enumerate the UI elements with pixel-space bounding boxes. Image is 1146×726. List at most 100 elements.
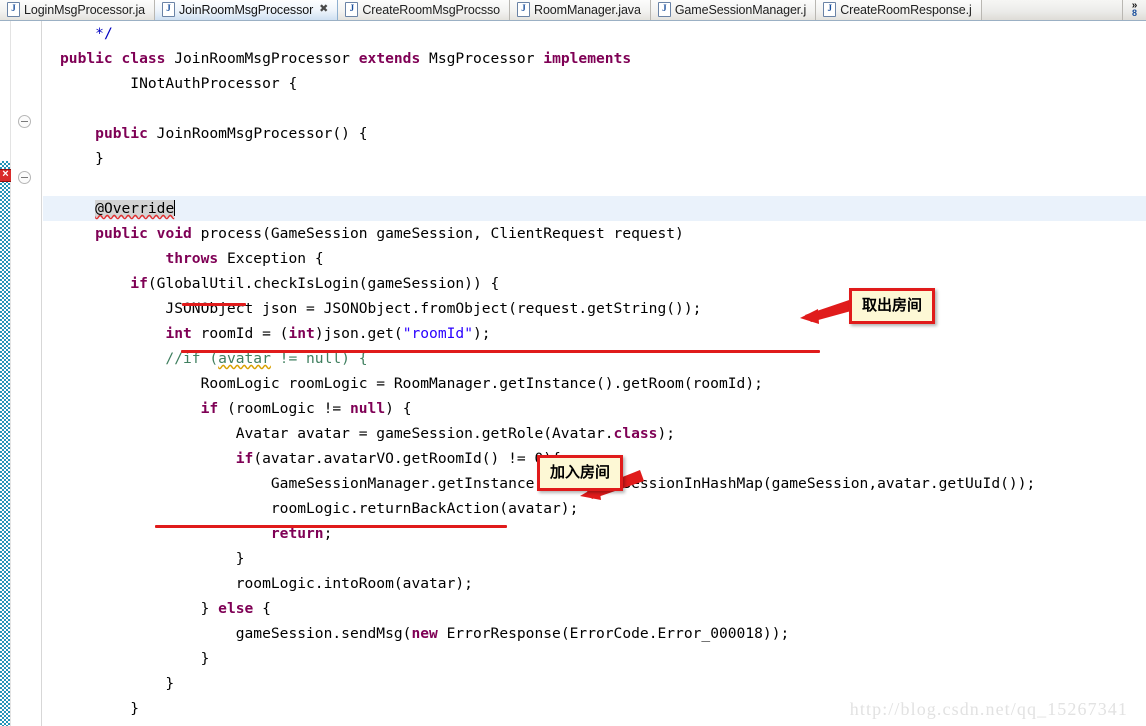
java-editor: */ public class JoinRoomMsgProcessor exte… xyxy=(0,21,1146,726)
code-line[interactable]: } xyxy=(42,146,1146,171)
code-token: } xyxy=(60,650,210,667)
code-token: Avatar avatar = gameSession.getRole(Avat… xyxy=(60,425,614,442)
code-line[interactable]: return; xyxy=(42,521,1146,546)
editor-tab-label: LoginMsgProcessor.ja xyxy=(24,2,145,17)
code-line[interactable]: INotAuthProcessor { xyxy=(42,71,1146,96)
code-line[interactable]: GameSessionManager.getInstance().putGame… xyxy=(42,471,1146,496)
code-line[interactable] xyxy=(42,96,1146,121)
code-token: } xyxy=(60,550,245,567)
code-line[interactable]: else{ xyxy=(42,721,1146,726)
code-token: ) { xyxy=(385,400,412,417)
code-token: GameSessionManager.getInstance().putGame… xyxy=(60,475,1036,492)
code-token: )json.get( xyxy=(314,325,403,342)
tab-close-icon[interactable]: ✖ xyxy=(319,4,328,15)
code-text-area[interactable]: */ public class JoinRoomMsgProcessor exte… xyxy=(42,21,1146,726)
code-token: } xyxy=(60,700,140,717)
editor-tab-2[interactable]: CreateRoomMsgProcsso xyxy=(338,0,511,20)
code-token: roomLogic.returnBackAction(avatar); xyxy=(60,500,579,517)
code-line[interactable]: } xyxy=(42,646,1146,671)
code-token: } xyxy=(60,600,219,617)
editor-tab-bar: LoginMsgProcessor.ja JoinRoomMsgProcessor… xyxy=(0,0,1146,21)
code-line[interactable]: int roomId = (int)json.get("roomId"); xyxy=(42,321,1146,346)
collapse-icon[interactable] xyxy=(18,171,31,184)
text-caret xyxy=(174,200,176,216)
occurrence-hatch-marker xyxy=(0,161,10,726)
folding-ruler[interactable] xyxy=(11,21,42,726)
code-token: throws xyxy=(165,250,227,267)
code-line[interactable]: if (roomLogic != null) { xyxy=(42,396,1146,421)
code-line[interactable]: RoomLogic roomLogic = RoomManager.getIns… xyxy=(42,371,1146,396)
code-line[interactable]: roomLogic.returnBackAction(avatar); xyxy=(42,496,1146,521)
code-token: int xyxy=(165,325,201,342)
code-line[interactable]: @Override xyxy=(42,196,1146,221)
code-token: gameSession.sendMsg( xyxy=(60,625,412,642)
code-token: ErrorResponse(ErrorCode.Error_000018)); xyxy=(446,625,790,642)
code-token-warning: avatar xyxy=(218,350,271,367)
code-line[interactable]: //if (avatar != null) { xyxy=(42,346,1146,371)
code-line[interactable]: public class JoinRoomMsgProcessor extend… xyxy=(42,46,1146,71)
code-line[interactable]: } xyxy=(42,671,1146,696)
java-file-icon xyxy=(345,2,359,17)
code-token: (roomLogic != xyxy=(226,400,350,417)
collapse-icon[interactable] xyxy=(18,115,31,128)
code-token: int xyxy=(288,325,315,342)
code-line[interactable]: if(GlobalUtil.checkIsLogin(gameSession))… xyxy=(42,271,1146,296)
editor-tab-label: CreateRoomResponse.j xyxy=(840,2,972,17)
editor-tab-label: CreateRoomMsgProcsso xyxy=(362,2,501,17)
code-token: } xyxy=(60,675,175,692)
annotation-ruler[interactable] xyxy=(0,21,12,726)
editor-tab-1[interactable]: JoinRoomMsgProcessor ✖ xyxy=(154,0,339,20)
code-token: } xyxy=(60,150,104,167)
code-line[interactable]: if(avatar.avatarVO.getRoomId() != 0){ xyxy=(42,446,1146,471)
code-token: ); xyxy=(473,325,491,342)
code-token: (GlobalUtil.checkIsLogin(gameSession)) { xyxy=(147,275,500,292)
code-token: public void xyxy=(95,225,201,242)
code-token: if xyxy=(235,450,254,467)
code-line[interactable]: } else { xyxy=(42,596,1146,621)
code-line[interactable] xyxy=(42,171,1146,196)
code-line[interactable]: throws Exception { xyxy=(42,246,1146,271)
editor-tab-4[interactable]: GameSessionManager.j xyxy=(650,0,817,20)
code-token: = ( xyxy=(253,325,289,342)
code-token: else xyxy=(218,600,263,617)
editor-tab-0[interactable]: LoginMsgProcessor.ja xyxy=(0,0,155,20)
java-file-icon xyxy=(161,2,175,17)
code-line[interactable]: roomLogic.intoRoom(avatar); xyxy=(42,571,1146,596)
code-token: new xyxy=(411,625,447,642)
code-token: (avatar.avatarVO.getRoomId() != 0){ xyxy=(253,450,561,467)
code-token: "roomId" xyxy=(402,325,473,342)
java-file-icon xyxy=(823,2,837,17)
code-token: JoinRoomMsgProcessor() { xyxy=(156,125,368,142)
code-line[interactable]: gameSession.sendMsg(new ErrorResponse(Er… xyxy=(42,621,1146,646)
code-token: @Override xyxy=(95,200,175,217)
tab-overflow-count: 8 xyxy=(1131,7,1137,18)
editor-tab-label: RoomManager.java xyxy=(534,2,641,17)
code-token: roomLogic.intoRoom(avatar); xyxy=(60,575,473,592)
code-line[interactable]: public void process(GameSession gameSess… xyxy=(42,221,1146,246)
code-token: implements xyxy=(543,50,632,67)
editor-tab-5[interactable]: CreateRoomResponse.j xyxy=(816,0,982,20)
tab-overflow-button[interactable]: » 8 xyxy=(1122,0,1146,20)
code-line[interactable]: public JoinRoomMsgProcessor() { xyxy=(42,121,1146,146)
code-line[interactable]: */ xyxy=(42,21,1146,46)
code-token: ); xyxy=(657,425,676,442)
code-line[interactable]: Avatar avatar = gameSession.getRole(Avat… xyxy=(42,421,1146,446)
code-token: class xyxy=(613,425,658,442)
code-token: MsgProcessor xyxy=(429,50,544,67)
code-token: public class xyxy=(60,50,175,67)
code-token: JSONObject json = JSONObject.fromObject(… xyxy=(60,300,702,317)
code-line[interactable]: } xyxy=(42,546,1146,571)
editor-tab-3[interactable]: RoomManager.java xyxy=(510,0,651,20)
code-token: ; xyxy=(323,525,333,542)
code-token: */ xyxy=(95,25,113,42)
java-file-icon xyxy=(517,2,531,17)
code-token: public xyxy=(95,125,157,142)
code-line[interactable]: JSONObject json = JSONObject.fromObject(… xyxy=(42,296,1146,321)
